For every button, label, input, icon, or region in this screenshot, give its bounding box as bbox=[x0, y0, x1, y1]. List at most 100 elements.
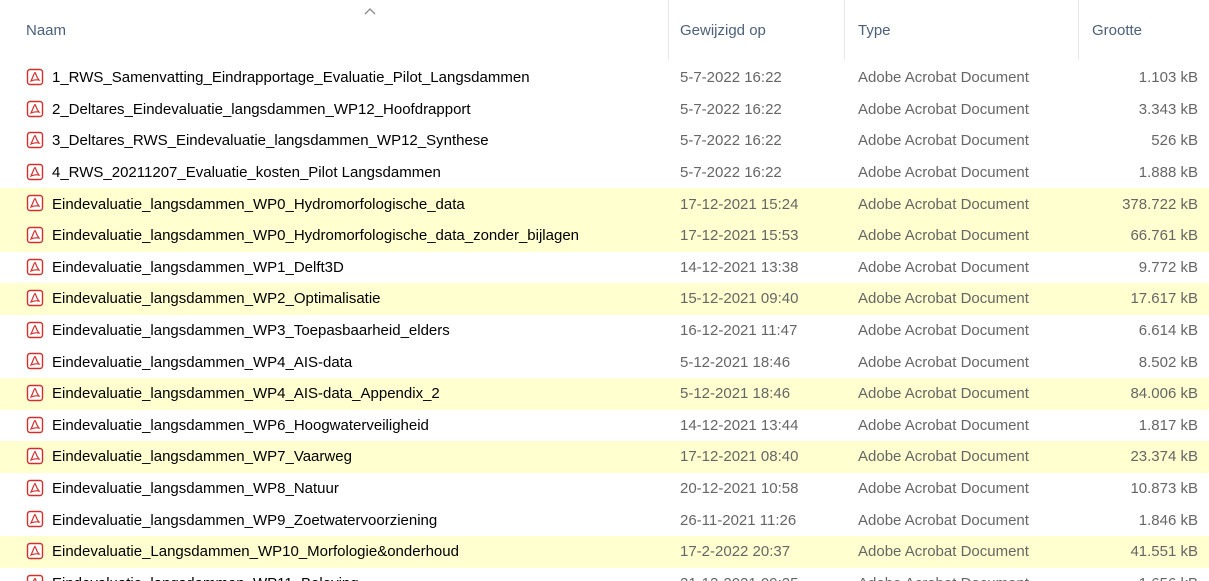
file-type: Adobe Acrobat Document bbox=[858, 290, 1029, 308]
file-modified-date: 20-12-2021 10:58 bbox=[680, 480, 799, 498]
file-row[interactable]: 2_Deltares_Eindevaluatie_langsdammen_WP1… bbox=[0, 94, 1209, 126]
file-name: 3_Deltares_RWS_Eindevaluatie_langsdammen… bbox=[52, 132, 489, 150]
file-type: Adobe Acrobat Document bbox=[858, 164, 1029, 182]
file-name: 1_RWS_Samenvatting_Eindrapportage_Evalua… bbox=[52, 69, 530, 87]
file-row[interactable]: 3_Deltares_RWS_Eindevaluatie_langsdammen… bbox=[0, 125, 1209, 157]
file-size: 1.888 kB bbox=[1138, 164, 1198, 182]
column-divider[interactable] bbox=[1078, 0, 1079, 60]
file-name: Eindevaluatie_langsdammen_WP0_Hydromorfo… bbox=[52, 227, 579, 245]
pdf-icon bbox=[26, 574, 44, 581]
column-divider[interactable] bbox=[844, 0, 845, 60]
file-type: Adobe Acrobat Document bbox=[858, 511, 1029, 529]
file-size: 1.817 kB bbox=[1138, 416, 1198, 434]
file-name: Eindevaluatie_langsdammen_WP4_AIS-data_A… bbox=[52, 385, 440, 403]
file-size: 66.761 kB bbox=[1130, 227, 1198, 245]
file-name: Eindevaluatie_langsdammen_WP2_Optimalisa… bbox=[52, 290, 381, 308]
file-row[interactable]: Eindevaluatie_langsdammen_WP11_Beleving 2… bbox=[0, 568, 1209, 581]
file-type: Adobe Acrobat Document bbox=[858, 353, 1029, 371]
file-name: Eindevaluatie_langsdammen_WP3_Toepasbaar… bbox=[52, 322, 450, 340]
file-size: 9.772 kB bbox=[1138, 258, 1198, 276]
file-modified-date: 5-7-2022 16:22 bbox=[680, 132, 782, 150]
file-type: Adobe Acrobat Document bbox=[858, 416, 1029, 434]
pdf-icon bbox=[26, 321, 44, 338]
pdf-icon bbox=[26, 195, 44, 212]
pdf-icon bbox=[26, 384, 44, 402]
file-modified-date: 15-12-2021 09:40 bbox=[680, 290, 799, 308]
pdf-icon bbox=[26, 542, 44, 560]
file-type: Adobe Acrobat Document bbox=[858, 575, 1029, 581]
file-modified-date: 14-12-2021 13:38 bbox=[680, 258, 799, 276]
file-row[interactable]: 1_RWS_Samenvatting_Eindrapportage_Evalua… bbox=[0, 62, 1209, 94]
pdf-icon bbox=[26, 163, 44, 180]
pdf-icon bbox=[26, 100, 44, 117]
file-modified-date: 26-11-2021 11:26 bbox=[680, 511, 797, 529]
file-row[interactable]: Eindevaluatie_langsdammen_WP4_AIS-data_A… bbox=[0, 377, 1209, 410]
pdf-icon bbox=[26, 68, 44, 86]
file-type: Adobe Acrobat Document bbox=[858, 69, 1029, 87]
column-header-name-label: Naam bbox=[26, 21, 67, 39]
file-modified-date: 14-12-2021 13:44 bbox=[680, 416, 799, 434]
file-name: Eindevaluatie_langsdammen_WP1_Delft3D bbox=[52, 258, 344, 276]
file-modified-date: 5-12-2021 18:46 bbox=[680, 353, 791, 371]
file-size: 84.006 kB bbox=[1130, 385, 1198, 403]
file-name: Eindevaluatie_langsdammen_WP0_Hydromorfo… bbox=[52, 195, 465, 213]
pdf-icon bbox=[26, 258, 44, 275]
file-row[interactable]: Eindevaluatie_langsdammen_WP7_Vaarweg 17-… bbox=[0, 441, 1209, 473]
file-row[interactable]: Eindevaluatie_langsdammen_WP8_Natuur 20-1… bbox=[0, 473, 1209, 505]
file-modified-date: 5-7-2022 16:22 bbox=[680, 164, 782, 182]
file-type: Adobe Acrobat Document bbox=[858, 385, 1029, 403]
pdf-icon bbox=[26, 226, 44, 244]
file-row[interactable]: Eindevaluatie_Langsdammen_WP10_Morfologi… bbox=[0, 535, 1209, 568]
file-name: Eindevaluatie_langsdammen_WP9_Zoetwaterv… bbox=[52, 511, 438, 529]
file-type: Adobe Acrobat Document bbox=[858, 100, 1029, 118]
column-header-date[interactable]: Gewijzigd op bbox=[680, 0, 850, 60]
file-type: Adobe Acrobat Document bbox=[858, 448, 1029, 466]
file-row[interactable]: Eindevaluatie_langsdammen_WP9_Zoetwaterv… bbox=[0, 504, 1209, 536]
file-modified-date: 17-12-2021 08:40 bbox=[680, 448, 799, 466]
file-type: Adobe Acrobat Document bbox=[858, 480, 1029, 498]
file-row[interactable]: Eindevaluatie_langsdammen_WP3_Toepasbaar… bbox=[0, 315, 1209, 347]
file-modified-date: 17-12-2021 15:53 bbox=[680, 227, 799, 245]
file-row[interactable]: Eindevaluatie_langsdammen_WP2_Optimalisa… bbox=[0, 283, 1209, 315]
pdf-icon bbox=[26, 511, 44, 528]
file-size: 6.614 kB bbox=[1138, 322, 1198, 340]
file-type: Adobe Acrobat Document bbox=[858, 322, 1029, 340]
file-size: 1.846 kB bbox=[1138, 511, 1198, 529]
file-size: 3.343 kB bbox=[1138, 100, 1198, 118]
file-type: Adobe Acrobat Document bbox=[858, 195, 1029, 213]
file-row[interactable]: Eindevaluatie_langsdammen_WP4_AIS-data 5-… bbox=[0, 346, 1209, 378]
file-size: 23.374 kB bbox=[1130, 448, 1198, 466]
column-header-bar: Naam Gewijzigd op Type Grootte bbox=[0, 0, 1209, 60]
file-name: Eindevaluatie_langsdammen_WP8_Natuur bbox=[52, 480, 339, 498]
file-modified-date: 5-12-2021 18:46 bbox=[680, 385, 791, 403]
file-row[interactable]: Eindevaluatie_langsdammen_WP1_Delft3D 14-… bbox=[0, 252, 1209, 284]
column-header-type-label: Type bbox=[858, 21, 891, 39]
file-modified-date: 17-2-2022 20:37 bbox=[680, 543, 791, 561]
file-name: Eindevaluatie_langsdammen_WP7_Vaarweg bbox=[52, 448, 352, 466]
file-name: 4_RWS_20211207_Evaluatie_kosten_Pilot La… bbox=[52, 164, 441, 182]
column-header-date-label: Gewijzigd op bbox=[680, 21, 766, 39]
file-type: Adobe Acrobat Document bbox=[858, 258, 1029, 276]
column-header-type[interactable]: Type bbox=[858, 0, 1078, 60]
file-row[interactable]: Eindevaluatie_langsdammen_WP0_Hydromorfo… bbox=[0, 219, 1209, 252]
file-modified-date: 5-7-2022 16:22 bbox=[680, 69, 782, 87]
file-type: Adobe Acrobat Document bbox=[858, 543, 1029, 561]
file-size: 17.617 kB bbox=[1130, 290, 1198, 308]
file-explorer: Naam Gewijzigd op Type Grootte 1_RWS_Sam… bbox=[0, 0, 1209, 581]
pdf-icon bbox=[26, 131, 44, 149]
file-modified-date: 16-12-2021 11:47 bbox=[680, 322, 798, 340]
column-header-size[interactable]: Grootte bbox=[1092, 0, 1198, 60]
file-name: Eindevaluatie_Langsdammen_WP10_Morfologi… bbox=[52, 543, 459, 561]
file-type: Adobe Acrobat Document bbox=[858, 227, 1029, 245]
file-size: 10.873 kB bbox=[1130, 480, 1198, 498]
column-header-name[interactable]: Naam bbox=[26, 0, 666, 60]
column-header-size-label: Grootte bbox=[1092, 21, 1143, 39]
file-modified-date: 5-7-2022 16:22 bbox=[680, 100, 782, 118]
file-type: Adobe Acrobat Document bbox=[858, 132, 1029, 150]
pdf-icon bbox=[26, 416, 44, 433]
file-row[interactable]: 4_RWS_20211207_Evaluatie_kosten_Pilot La… bbox=[0, 157, 1209, 189]
column-divider[interactable] bbox=[668, 0, 669, 60]
file-row[interactable]: Eindevaluatie_langsdammen_WP0_Hydromorfo… bbox=[0, 188, 1209, 220]
file-row[interactable]: Eindevaluatie_langsdammen_WP6_Hoogwaterv… bbox=[0, 410, 1209, 442]
file-modified-date: 21-12-2021 09:25 bbox=[680, 575, 798, 581]
